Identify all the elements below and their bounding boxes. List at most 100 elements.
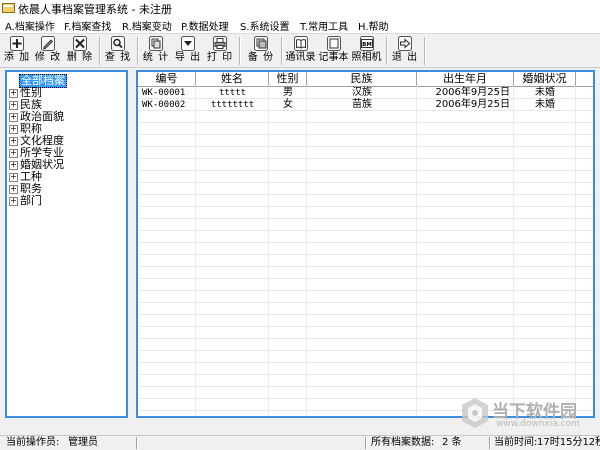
backup-icon — [254, 36, 268, 51]
cell-marital-status: 未婚 — [535, 87, 555, 98]
backup-button[interactable]: 备 份 — [247, 35, 275, 66]
grid-line — [138, 326, 593, 327]
grid-line — [138, 182, 593, 183]
expand-icon[interactable]: + — [9, 184, 18, 194]
grid-line — [138, 290, 593, 291]
expand-icon[interactable]: + — [9, 160, 18, 170]
menu-system-settings[interactable]: S.系统设置 — [240, 18, 290, 33]
toolbar: 添 加 修 改 删 除 查 找 统 计 导 出 打 印 备 份 通讯录 记事本 … — [0, 34, 600, 68]
tree-item-department[interactable]: + 部门 — [7, 194, 42, 207]
records-grid[interactable]: 编号 姓名 性别 民族 出生年月 婚姻状况 WK-00001 ttttt 男 汉… — [136, 70, 595, 418]
column-header-gender[interactable]: 性别 — [269, 72, 307, 86]
watermark: 当下软件园 www.downxia.com — [458, 395, 598, 435]
cell-marital-status: 未婚 — [535, 99, 555, 110]
grid-line — [138, 254, 593, 255]
grid-line — [513, 86, 514, 416]
edit-button[interactable]: 修 改 — [34, 35, 62, 66]
records-count: 2 条 — [442, 437, 462, 448]
print-label: 打 印 — [206, 52, 234, 63]
notepad-label: 记事本 — [318, 52, 349, 63]
grid-line — [138, 314, 593, 315]
cell-ethnicity: 汉族 — [352, 87, 372, 98]
cell-gender: 男 — [283, 87, 293, 98]
menu-file-operations[interactable]: A.档案操作 — [5, 18, 55, 33]
grid-line — [268, 86, 269, 416]
menu-data-processing[interactable]: P.数据处理 — [181, 18, 229, 33]
search-button[interactable]: 查 找 — [104, 35, 132, 66]
grid-line — [138, 302, 593, 303]
column-header-birth-date[interactable]: 出生年月 — [417, 72, 514, 86]
status-divider — [136, 437, 138, 449]
address-book-label: 通讯录 — [285, 52, 316, 63]
grid-line — [138, 206, 593, 207]
grid-line — [138, 158, 593, 159]
add-icon — [10, 36, 24, 51]
print-button[interactable]: 打 印 — [206, 35, 234, 66]
grid-line — [138, 350, 593, 351]
grid-line — [138, 122, 593, 123]
grid-line — [138, 362, 593, 363]
grid-line — [306, 86, 307, 416]
grid-line — [138, 266, 593, 267]
grid-line — [138, 218, 593, 219]
status-bar: 当前操作员: 管理员 所有档案数据: 2 条 当前时间: 17时15分12秒 — [0, 435, 600, 450]
delete-label: 删 除 — [66, 52, 94, 63]
expand-icon[interactable]: + — [9, 148, 18, 158]
statistics-button[interactable]: 统 计 — [142, 35, 170, 66]
records-label: 所有档案数据: — [371, 437, 435, 448]
exit-label: 退 出 — [391, 52, 419, 63]
delete-button[interactable]: 删 除 — [66, 35, 94, 66]
cell-ethnicity: 苗族 — [352, 99, 372, 110]
column-header-ethnicity[interactable]: 民族 — [307, 72, 417, 86]
edit-icon — [41, 36, 55, 51]
category-tree[interactable]: 全部档案 + 性别 + 民族 + 政治面貌 + 职称 + 文化程度 + 所学专业 + 婚姻状况… — [5, 70, 128, 418]
status-divider — [365, 437, 367, 449]
grid-line — [416, 86, 417, 416]
operator-value: 管理员 — [68, 437, 98, 448]
grid-line — [138, 386, 593, 387]
expand-icon[interactable]: + — [9, 196, 18, 206]
expand-icon[interactable]: + — [9, 88, 18, 98]
toolbar-separator — [137, 37, 139, 65]
menu-changes[interactable]: R.档案变动 — [122, 18, 172, 33]
column-header-name[interactable]: 姓名 — [196, 72, 269, 86]
grid-line — [138, 146, 593, 147]
camera-button[interactable]: BM 照相机 — [351, 35, 382, 66]
grid-line — [138, 170, 593, 171]
toolbar-separator — [386, 37, 388, 65]
grid-line — [138, 134, 593, 135]
expand-icon[interactable]: + — [9, 172, 18, 182]
cell-gender: 女 — [283, 99, 293, 110]
add-label: 添 加 — [3, 52, 31, 63]
grid-line — [138, 278, 593, 279]
expand-icon[interactable]: + — [9, 100, 18, 110]
menu-help[interactable]: H.帮助 — [358, 18, 389, 33]
export-icon — [181, 36, 195, 51]
menu-tools[interactable]: T.常用工具 — [300, 18, 348, 33]
add-button[interactable]: 添 加 — [3, 35, 31, 66]
expand-icon[interactable]: + — [9, 124, 18, 134]
window-title: 依晨人事档案管理系统 - 未注册 — [18, 3, 172, 16]
expand-icon[interactable]: + — [9, 112, 18, 122]
grid-header: 编号 姓名 性别 民族 出生年月 婚姻状况 — [138, 72, 593, 87]
search-icon — [111, 36, 125, 51]
backup-label: 备 份 — [247, 52, 275, 63]
export-button[interactable]: 导 出 — [174, 35, 202, 66]
title-bar: 依晨人事档案管理系统 - 未注册 — [0, 0, 600, 16]
camera-label: 照相机 — [351, 52, 382, 63]
watermark-url: www.downxia.com — [496, 419, 580, 429]
address-book-button[interactable]: 通讯录 — [285, 35, 316, 66]
camera-icon: BM — [359, 36, 374, 51]
column-header-marital-status[interactable]: 婚姻状况 — [514, 72, 576, 86]
notepad-button[interactable]: 记事本 — [318, 35, 349, 66]
grid-line — [575, 86, 576, 416]
exit-icon — [398, 36, 412, 51]
expand-icon[interactable]: + — [9, 136, 18, 146]
print-icon — [213, 36, 227, 51]
export-label: 导 出 — [174, 52, 202, 63]
time-label: 当前时间: — [494, 437, 538, 448]
exit-button[interactable]: 退 出 — [391, 35, 419, 66]
menu-find[interactable]: F.档案查找 — [64, 18, 111, 33]
notepad-icon — [326, 36, 341, 51]
column-header-id[interactable]: 编号 — [138, 72, 196, 86]
